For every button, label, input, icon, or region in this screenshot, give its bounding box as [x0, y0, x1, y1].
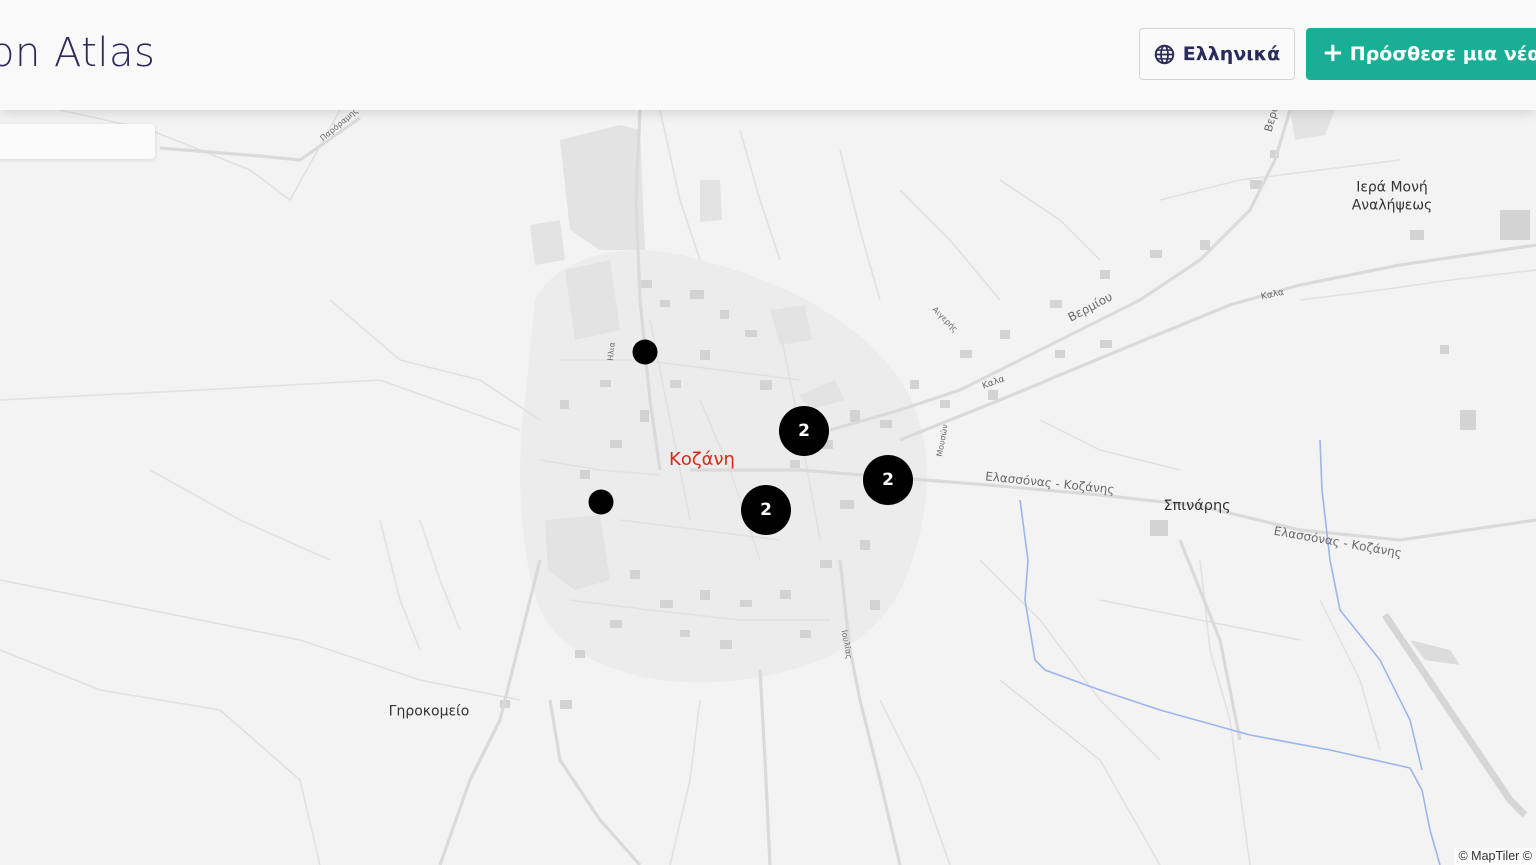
- top-header: on Atlas Ελληνικά + Πρόσθεσε μια νέα τ: [0, 0, 1536, 110]
- add-new-button[interactable]: + Πρόσθεσε μια νέα τ: [1306, 28, 1536, 80]
- map-marker[interactable]: [632, 339, 658, 365]
- place-label-spinaris: Σπινάρης: [1163, 497, 1231, 514]
- city-label-kozani: Κοζάνη: [669, 448, 735, 470]
- road-label-ilia: Ηλια: [606, 341, 617, 362]
- marker-cluster[interactable]: 2: [779, 406, 829, 456]
- globe-icon: [1154, 44, 1174, 64]
- marker-cluster[interactable]: 2: [863, 455, 913, 505]
- plus-icon: +: [1322, 37, 1344, 68]
- map-marker[interactable]: [588, 489, 614, 515]
- search-box[interactable]: [0, 124, 155, 159]
- place-label-monastery: Ιερά Μονή Αναλήψεως: [1351, 179, 1433, 214]
- add-new-button-label: Πρόσθεσε μια νέα τ: [1349, 43, 1536, 65]
- place-label-girokomeio: Γηροκομείο: [388, 703, 470, 720]
- marker-cluster[interactable]: 2: [741, 485, 791, 535]
- map-attribution[interactable]: © MapTiler ©: [1454, 848, 1536, 865]
- language-button-label: Ελληνικά: [1182, 43, 1281, 65]
- map-canvas[interactable]: [0, 0, 1536, 865]
- app-title[interactable]: on Atlas: [0, 30, 155, 76]
- language-button[interactable]: Ελληνικά: [1139, 28, 1295, 80]
